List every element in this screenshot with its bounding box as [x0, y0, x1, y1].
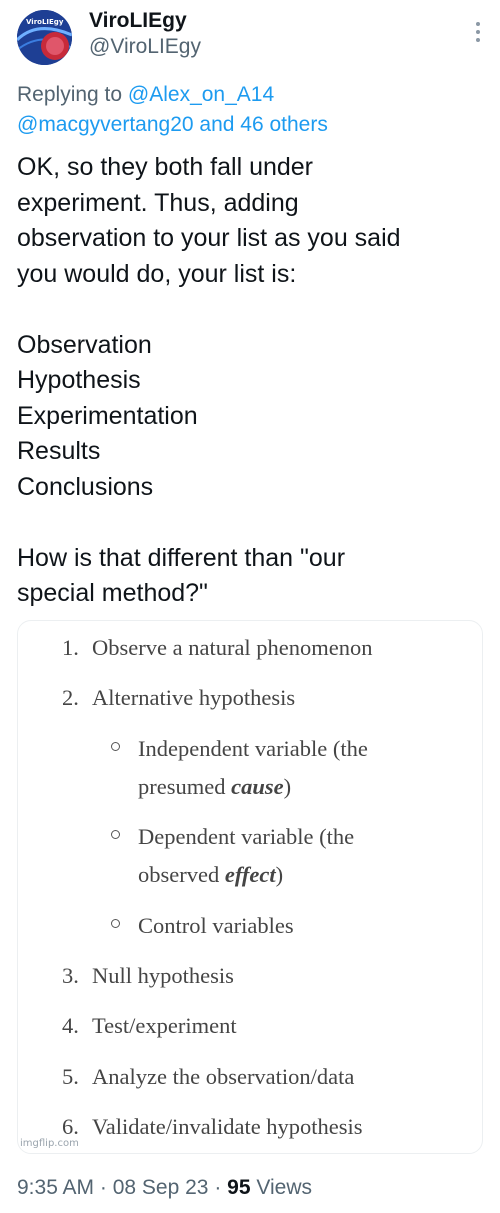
- author-names: ViroLIEgy @ViroLIEgy: [89, 8, 201, 60]
- method-item: 6. Validate/invalidate hypothesis: [62, 1114, 363, 1139]
- tweet-header: ViroLIEgy ViroLIEgy @ViroLIEgy: [17, 8, 486, 65]
- list-line: Experimentation: [17, 401, 198, 430]
- circle-bullet-icon: [111, 830, 120, 839]
- text-line: you would do, your list is:: [17, 259, 297, 288]
- method-item: 3. Null hypothesis: [62, 963, 234, 988]
- avatar-image: ViroLIEgy: [17, 10, 72, 65]
- method-item: 5. Analyze the observation/data: [62, 1064, 355, 1089]
- watermark: imgflip.com: [20, 1138, 79, 1149]
- views-label: Views: [250, 1176, 313, 1199]
- circle-bullet-icon: [111, 919, 120, 928]
- mention-link[interactable]: @Alex_on_A14: [128, 83, 274, 106]
- list-line: Results: [17, 437, 101, 465]
- text-line: observation to your list as you said: [17, 224, 401, 252]
- tweet-text: OK, so they both fall under experiment. …: [17, 150, 487, 612]
- avatar[interactable]: ViroLIEgy: [17, 10, 72, 65]
- handle[interactable]: @ViroLIEgy: [89, 34, 201, 60]
- tweet-time[interactable]: 9:35 AM: [17, 1176, 94, 1199]
- tweet-date[interactable]: 08 Sep 23: [113, 1176, 209, 1199]
- replying-to: Replying to @Alex_on_A14 @macgyvertang20…: [17, 80, 328, 140]
- text-line: experiment. Thus, adding: [17, 188, 299, 217]
- display-name[interactable]: ViroLIEgy: [89, 8, 201, 34]
- text-line: How is that different than "our: [17, 543, 346, 572]
- method-item: 4. Test/experiment: [62, 1013, 237, 1038]
- views-count: 95: [227, 1176, 251, 1199]
- text-line: OK, so they both fall under: [17, 153, 314, 181]
- svg-text:ViroLIEgy: ViroLIEgy: [26, 18, 64, 26]
- tweet-footer: 9:35 AM · 08 Sep 23 · 95 Views: [17, 1176, 313, 1199]
- text-line: special method?": [17, 579, 208, 607]
- method-item: 2. Alternative hypothesis: [62, 685, 296, 710]
- method-item: 1. Observe a natural phenomenon: [62, 635, 373, 660]
- attached-image[interactable]: 1. Observe a natural phenomenon 2. Alterna…: [17, 620, 483, 1154]
- circle-bullet-icon: [111, 742, 120, 751]
- list-line: Observation: [17, 330, 152, 359]
- more-options-icon[interactable]: [474, 22, 482, 44]
- replying-to-label: Replying to: [17, 83, 123, 106]
- list-line: Hypothesis: [17, 366, 141, 394]
- mention-link-others[interactable]: @macgyvertang20 and 46 others: [17, 113, 328, 136]
- list-line: Conclusions: [17, 472, 154, 501]
